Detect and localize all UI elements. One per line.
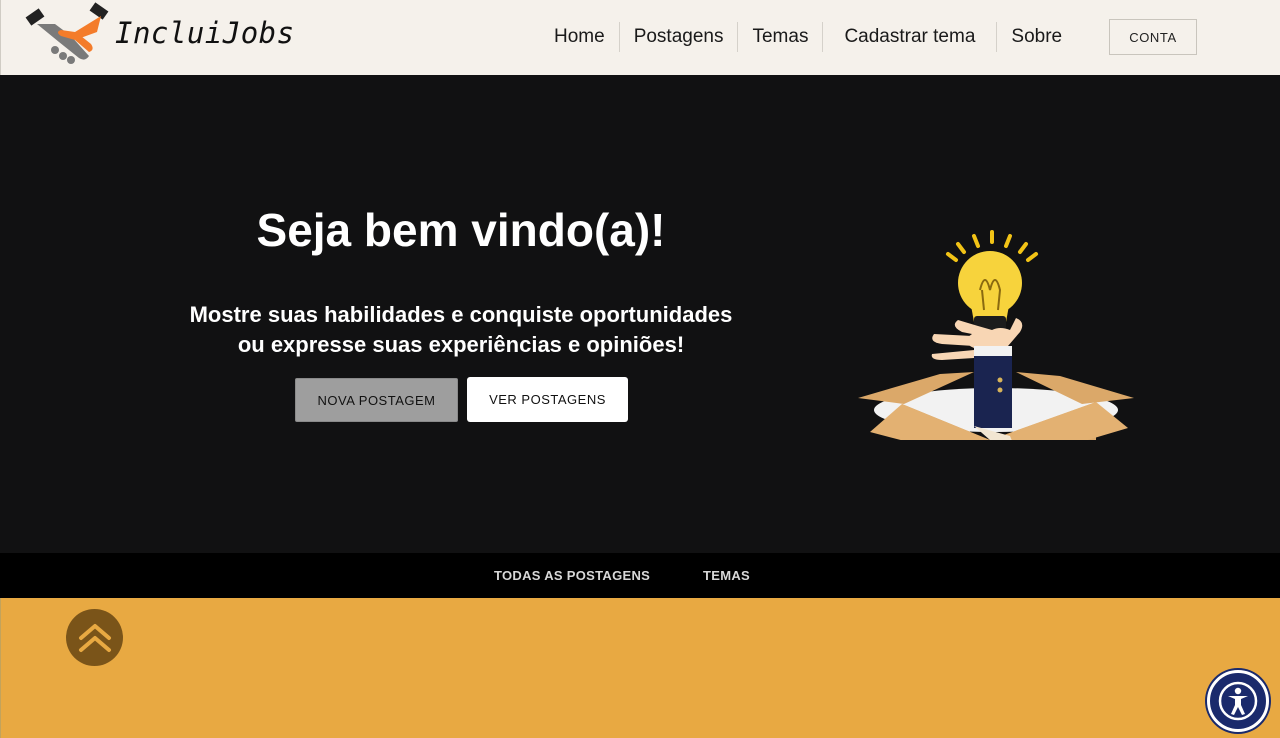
scroll-to-top-button[interactable] (66, 609, 123, 666)
view-posts-button[interactable]: VER POSTAGENS (467, 377, 628, 422)
hero-section: Seja bem vindo(a)! Mostre suas habilidad… (0, 75, 1280, 553)
handshake-icon[interactable] (25, 2, 111, 68)
hero-title: Seja bem vindo(a)! (256, 204, 666, 256)
brand-name[interactable]: IncluiJobs (115, 16, 295, 50)
nav-sobre[interactable]: Sobre (997, 22, 1076, 52)
accessibility-button[interactable] (1207, 670, 1269, 732)
posts-tabbar: TODAS AS POSTAGENS TEMAS (0, 553, 1280, 598)
hero-subtitle-line2: ou expresse suas experiências e opiniões… (237, 332, 685, 357)
main-nav: Home Postagens Temas Cadastrar tema Sobr… (540, 22, 1076, 52)
accessibility-icon (1218, 681, 1258, 721)
tab-all-posts[interactable]: TODAS AS POSTAGENS (494, 553, 650, 598)
nav-home[interactable]: Home (540, 22, 619, 52)
lightbulb-box-illustration (858, 230, 1134, 440)
posts-content-area (0, 598, 1280, 738)
hero-subtitle: Mostre suas habilidades e conquiste opor… (0, 300, 922, 360)
top-header: IncluiJobs Home Postagens Temas Cadastra… (0, 0, 1280, 75)
nav-temas[interactable]: Temas (738, 22, 822, 52)
hero-subtitle-line1: Mostre suas habilidades e conquiste opor… (189, 302, 733, 327)
new-post-button[interactable]: NOVA POSTAGEM (295, 378, 458, 422)
account-button[interactable]: CONTA (1109, 19, 1197, 55)
tab-themes[interactable]: TEMAS (703, 553, 750, 598)
nav-postagens[interactable]: Postagens (620, 22, 738, 52)
double-chevron-up-icon (78, 623, 111, 652)
nav-cadastrar-tema[interactable]: Cadastrar tema (823, 22, 996, 52)
